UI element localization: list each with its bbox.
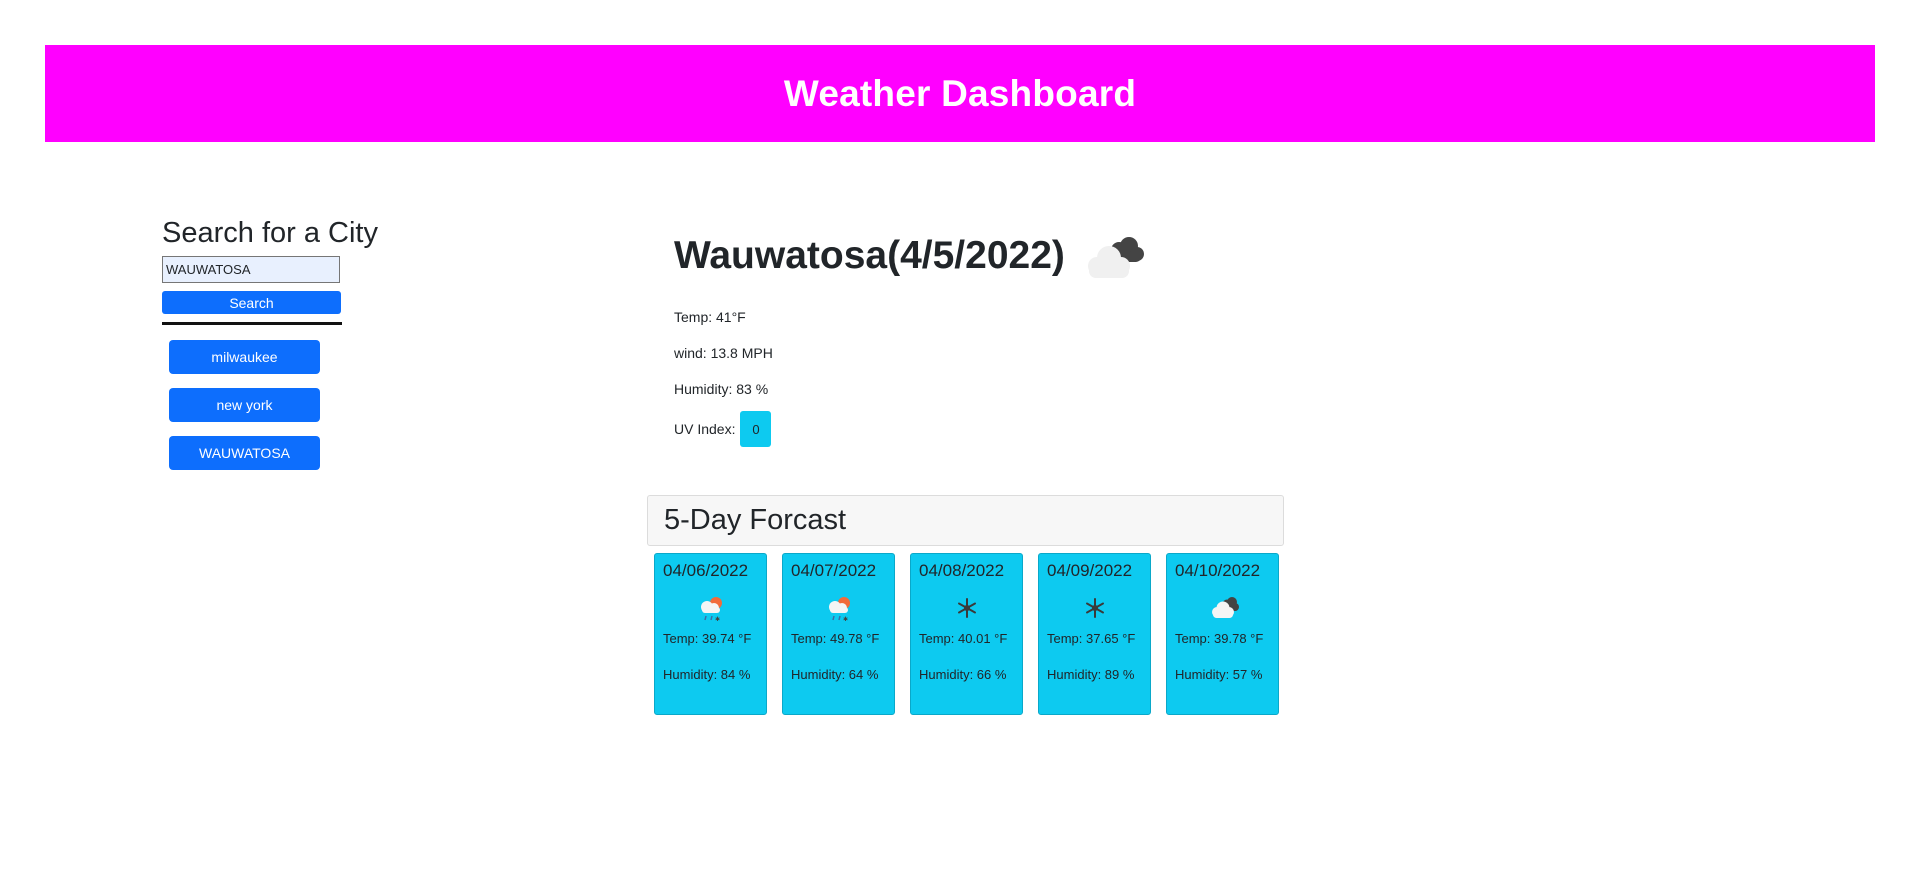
clouds-icon [1087, 237, 1144, 278]
divider [162, 322, 342, 325]
forecast-temp: Temp: 39.74 °F [663, 631, 752, 646]
current-humidity: Humidity: 83 % [674, 381, 769, 397]
forecast-cards: 04/06/2022 ✱ Temp: 39.74 °F Humidity: 84… [654, 553, 1279, 715]
rain-snow-icon: ✱ [700, 597, 722, 623]
forecast-date: 04/09/2022 [1047, 561, 1133, 580]
forecast-date: 04/07/2022 [791, 561, 877, 580]
forecast-temp: Temp: 40.01 °F [919, 631, 1008, 646]
page-header: Weather Dashboard [45, 45, 1875, 142]
search-title: Search for a City [162, 217, 378, 249]
forecast-card: 04/08/2022 Temp: 40.01 °F Humidity: 66 % [910, 553, 1023, 715]
forecast-date: 04/06/2022 [663, 561, 749, 580]
search-history-list: milwaukee new york WAUWATOSA [162, 340, 342, 470]
forecast-humidity: Humidity: 64 % [791, 667, 879, 682]
page-title: Weather Dashboard [783, 72, 1137, 114]
forecast-card: 04/09/2022 Temp: 37.65 °F Humidity: 89 % [1038, 553, 1151, 715]
clouds-icon [1211, 597, 1239, 618]
forecast-humidity: Humidity: 66 % [919, 667, 1007, 682]
forecast-humidity: Humidity: 89 % [1047, 667, 1135, 682]
current-temp: Temp: 41°F [674, 309, 746, 325]
current-weather: Wauwatosa(4/5/2022) Temp: 41°F wind: 13.… [674, 228, 1294, 451]
history-button-milwaukee[interactable]: milwaukee [169, 340, 320, 374]
forecast-temp: Temp: 49.78 °F [791, 631, 880, 646]
snowflake-icon [957, 598, 976, 618]
rain-snow-icon: ✱ [828, 597, 850, 623]
forecast-temp: Temp: 39.78 °F [1175, 631, 1264, 646]
svg-text:✱: ✱ [843, 616, 848, 623]
snowflake-icon [1085, 598, 1104, 618]
city-search-input[interactable] [162, 256, 340, 283]
svg-text:✱: ✱ [715, 616, 720, 623]
current-city-date: Wauwatosa(4/5/2022) [674, 234, 1065, 277]
forecast-card: 04/10/2022 Temp: 39.78 °F Humidity: 57 % [1166, 553, 1279, 715]
forecast-header: 5-Day Forcast [647, 495, 1284, 546]
uv-index-row: UV Index: 0 [674, 407, 1294, 451]
forecast-temp: Temp: 37.65 °F [1047, 631, 1136, 646]
history-button-wauwatosa[interactable]: WAUWATOSA [169, 436, 320, 470]
search-button[interactable]: Search [162, 291, 341, 314]
forecast-card: 04/06/2022 ✱ Temp: 39.74 °F Humidity: 84… [654, 553, 767, 715]
forecast-humidity: Humidity: 84 % [663, 667, 751, 682]
current-wind: wind: 13.8 MPH [674, 345, 773, 361]
search-panel: Search for a City Search milwaukee new y… [162, 214, 378, 484]
uv-index-label: UV Index: [674, 421, 736, 437]
forecast-card: 04/07/2022 ✱ Temp: 49.78 °F Humidity: 64… [782, 553, 895, 715]
forecast-date: 04/08/2022 [919, 561, 1005, 580]
uv-index-badge: 0 [740, 411, 772, 447]
forecast-title: 5-Day Forcast [664, 504, 847, 536]
history-button-new-york[interactable]: new york [169, 388, 320, 422]
forecast-date: 04/10/2022 [1175, 561, 1261, 580]
forecast-humidity: Humidity: 57 % [1175, 667, 1263, 682]
